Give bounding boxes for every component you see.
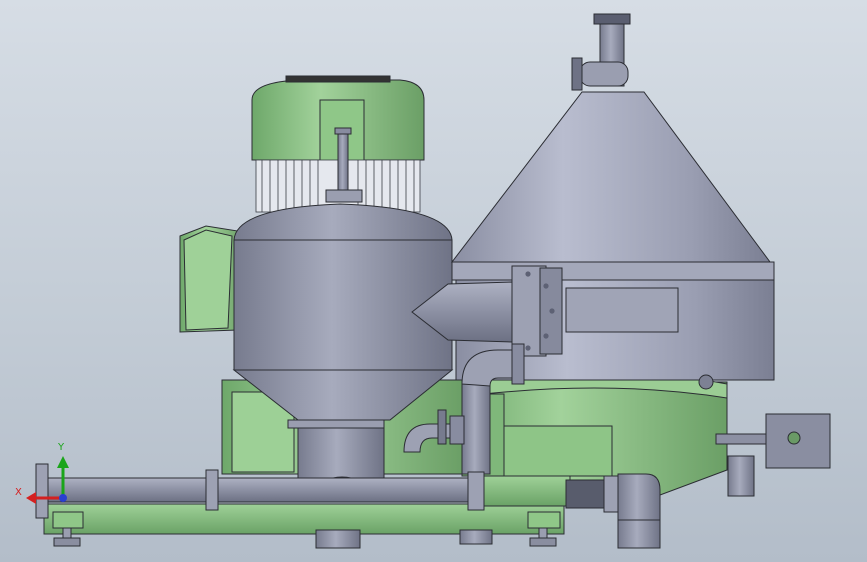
bowl-outlet-elbow — [579, 61, 629, 87]
support-leg-outlet — [617, 519, 661, 549]
control-box-rod — [715, 433, 769, 445]
riser-pipe — [461, 383, 491, 475]
small-elbow-flange — [449, 415, 465, 445]
x-axis-head — [26, 492, 36, 504]
bowl-cover-rim — [451, 261, 775, 281]
bowl-outlet-valve — [571, 57, 583, 91]
pump-coupling — [565, 479, 607, 509]
outlet-elbow — [617, 473, 661, 521]
tank-outlet-flange — [287, 419, 385, 429]
pipe-green-segment — [483, 475, 571, 507]
bowl-cover-cone — [450, 91, 771, 263]
leveling-foot-right — [538, 527, 548, 539]
support-leg-right — [459, 529, 493, 545]
pipe-coupling-2 — [467, 471, 485, 511]
bowl-inspection-window — [565, 287, 679, 333]
tank-body — [233, 239, 453, 371]
pipe-coupling-1 — [205, 469, 219, 511]
motor-flange — [325, 189, 363, 203]
motor-vent-grille — [285, 75, 391, 83]
separator-assembly-model[interactable] — [0, 0, 867, 562]
cad-viewport[interactable]: X Y — [0, 0, 867, 562]
pipe-end-flange — [35, 463, 49, 519]
small-elbow-stud — [437, 409, 447, 445]
outlet-side-pipe — [727, 455, 755, 497]
main-pipe — [47, 477, 479, 503]
motor-vent-pipe — [337, 131, 349, 193]
z-axis-dot — [59, 494, 67, 502]
x-axis-label: X — [15, 487, 22, 498]
motor-vent-cap — [334, 127, 352, 135]
y-axis-label: Y — [58, 442, 65, 453]
leveling-foot-left — [62, 527, 72, 539]
y-axis-head — [57, 456, 69, 468]
base-pad-right — [527, 511, 561, 529]
leveling-foot-right-pad — [529, 537, 557, 547]
bowl-outlet-cap — [593, 13, 631, 25]
sight-plug — [698, 374, 714, 390]
electric-motor[interactable] — [251, 75, 425, 213]
support-leg-center — [315, 529, 361, 549]
control-box-knob — [787, 431, 801, 445]
base-pad-left — [52, 511, 84, 529]
leveling-foot-left-pad — [53, 537, 81, 547]
base-frame[interactable] — [43, 503, 661, 549]
chute-face — [183, 229, 233, 331]
riser-elbow-flange — [511, 343, 525, 385]
